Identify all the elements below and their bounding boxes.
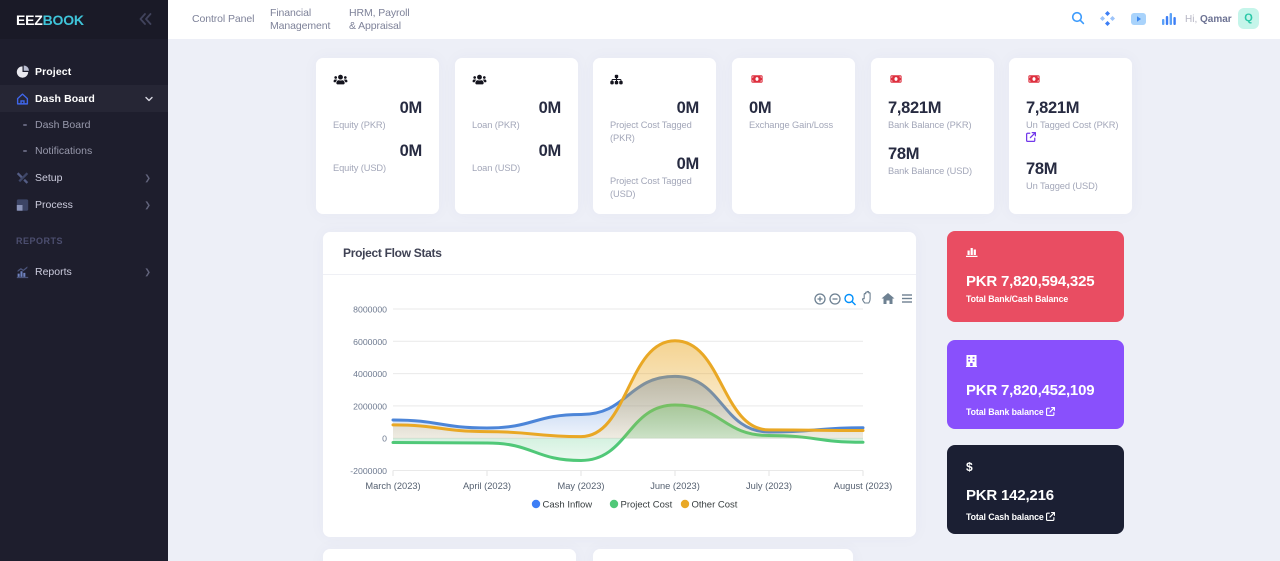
svg-text:-2000000: -2000000 <box>350 466 387 476</box>
svg-text:May (2023): May (2023) <box>557 481 604 491</box>
svg-text:April (2023): April (2023) <box>463 481 511 491</box>
svg-text:Project Cost: Project Cost <box>621 499 673 510</box>
svg-text:August (2023): August (2023) <box>834 481 892 491</box>
svg-text:4000000: 4000000 <box>353 369 387 379</box>
svg-text:6000000: 6000000 <box>353 337 387 347</box>
svg-text:July (2023): July (2023) <box>746 481 792 491</box>
svg-text:Other Cost: Other Cost <box>692 499 738 510</box>
svg-text:2000000: 2000000 <box>353 401 387 411</box>
svg-text:June (2023): June (2023) <box>650 481 700 491</box>
svg-text:March (2023): March (2023) <box>365 481 420 491</box>
svg-text:8000000: 8000000 <box>353 305 387 315</box>
svg-text:Cash Inflow: Cash Inflow <box>543 499 593 510</box>
svg-text:0: 0 <box>382 434 387 444</box>
